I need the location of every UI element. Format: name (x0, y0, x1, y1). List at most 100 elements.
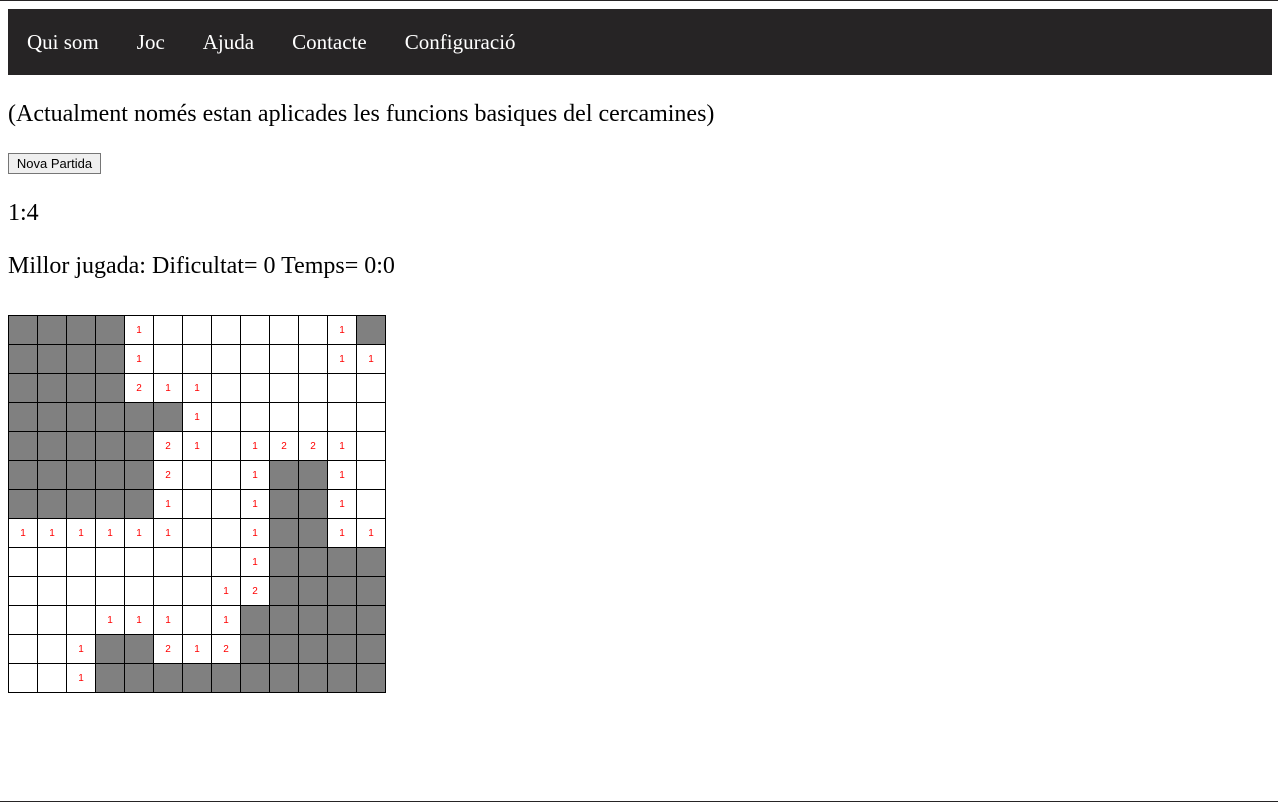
empty-cell[interactable] (153, 547, 183, 577)
number-cell[interactable]: 1 (182, 402, 212, 432)
number-cell[interactable]: 1 (182, 634, 212, 664)
number-cell[interactable]: 1 (8, 518, 38, 548)
hidden-cell[interactable] (298, 489, 328, 519)
empty-cell[interactable] (95, 576, 125, 606)
number-cell[interactable]: 1 (327, 431, 357, 461)
hidden-cell[interactable] (124, 489, 154, 519)
hidden-cell[interactable] (356, 663, 386, 693)
empty-cell[interactable] (182, 605, 212, 635)
hidden-cell[interactable] (269, 460, 299, 490)
empty-cell[interactable] (124, 547, 154, 577)
hidden-cell[interactable] (240, 634, 270, 664)
empty-cell[interactable] (211, 518, 241, 548)
hidden-cell[interactable] (240, 663, 270, 693)
number-cell[interactable]: 2 (240, 576, 270, 606)
number-cell[interactable]: 2 (153, 460, 183, 490)
hidden-cell[interactable] (66, 344, 96, 374)
empty-cell[interactable] (211, 489, 241, 519)
number-cell[interactable]: 1 (327, 460, 357, 490)
empty-cell[interactable] (298, 344, 328, 374)
hidden-cell[interactable] (269, 489, 299, 519)
empty-cell[interactable] (211, 460, 241, 490)
empty-cell[interactable] (182, 547, 212, 577)
nav-item-qui-som[interactable]: Qui som (27, 31, 99, 53)
empty-cell[interactable] (182, 489, 212, 519)
number-cell[interactable]: 1 (211, 605, 241, 635)
empty-cell[interactable] (269, 373, 299, 403)
number-cell[interactable]: 1 (327, 315, 357, 345)
number-cell[interactable]: 1 (37, 518, 67, 548)
hidden-cell[interactable] (298, 547, 328, 577)
hidden-cell[interactable] (95, 373, 125, 403)
hidden-cell[interactable] (327, 576, 357, 606)
number-cell[interactable]: 2 (298, 431, 328, 461)
number-cell[interactable]: 1 (240, 489, 270, 519)
hidden-cell[interactable] (153, 663, 183, 693)
empty-cell[interactable] (153, 576, 183, 606)
hidden-cell[interactable] (327, 605, 357, 635)
hidden-cell[interactable] (298, 576, 328, 606)
number-cell[interactable]: 2 (211, 634, 241, 664)
hidden-cell[interactable] (356, 547, 386, 577)
number-cell[interactable]: 1 (327, 489, 357, 519)
number-cell[interactable]: 1 (124, 344, 154, 374)
hidden-cell[interactable] (8, 315, 38, 345)
hidden-cell[interactable] (124, 634, 154, 664)
hidden-cell[interactable] (327, 634, 357, 664)
hidden-cell[interactable] (37, 344, 67, 374)
hidden-cell[interactable] (66, 460, 96, 490)
hidden-cell[interactable] (240, 605, 270, 635)
hidden-cell[interactable] (356, 605, 386, 635)
hidden-cell[interactable] (269, 663, 299, 693)
hidden-cell[interactable] (298, 663, 328, 693)
hidden-cell[interactable] (95, 460, 125, 490)
number-cell[interactable]: 2 (153, 431, 183, 461)
hidden-cell[interactable] (269, 518, 299, 548)
empty-cell[interactable] (8, 634, 38, 664)
number-cell[interactable]: 1 (182, 373, 212, 403)
empty-cell[interactable] (66, 576, 96, 606)
empty-cell[interactable] (356, 431, 386, 461)
hidden-cell[interactable] (95, 663, 125, 693)
number-cell[interactable]: 1 (124, 605, 154, 635)
hidden-cell[interactable] (124, 402, 154, 432)
hidden-cell[interactable] (269, 547, 299, 577)
empty-cell[interactable] (240, 402, 270, 432)
hidden-cell[interactable] (37, 489, 67, 519)
nav-item-joc[interactable]: Joc (137, 31, 165, 53)
number-cell[interactable]: 1 (356, 518, 386, 548)
number-cell[interactable]: 1 (124, 315, 154, 345)
hidden-cell[interactable] (327, 663, 357, 693)
empty-cell[interactable] (124, 576, 154, 606)
empty-cell[interactable] (37, 634, 67, 664)
hidden-cell[interactable] (95, 489, 125, 519)
empty-cell[interactable] (182, 576, 212, 606)
empty-cell[interactable] (211, 315, 241, 345)
hidden-cell[interactable] (356, 576, 386, 606)
number-cell[interactable]: 1 (240, 518, 270, 548)
empty-cell[interactable] (95, 547, 125, 577)
hidden-cell[interactable] (8, 489, 38, 519)
hidden-cell[interactable] (356, 315, 386, 345)
empty-cell[interactable] (66, 547, 96, 577)
hidden-cell[interactable] (37, 373, 67, 403)
number-cell[interactable]: 2 (153, 634, 183, 664)
empty-cell[interactable] (37, 547, 67, 577)
hidden-cell[interactable] (37, 315, 67, 345)
empty-cell[interactable] (269, 344, 299, 374)
number-cell[interactable]: 1 (211, 576, 241, 606)
empty-cell[interactable] (298, 402, 328, 432)
hidden-cell[interactable] (327, 547, 357, 577)
empty-cell[interactable] (269, 402, 299, 432)
number-cell[interactable]: 2 (269, 431, 299, 461)
empty-cell[interactable] (182, 344, 212, 374)
number-cell[interactable]: 1 (240, 431, 270, 461)
empty-cell[interactable] (298, 315, 328, 345)
hidden-cell[interactable] (37, 402, 67, 432)
hidden-cell[interactable] (211, 663, 241, 693)
hidden-cell[interactable] (66, 315, 96, 345)
number-cell[interactable]: 1 (66, 663, 96, 693)
hidden-cell[interactable] (269, 605, 299, 635)
empty-cell[interactable] (8, 663, 38, 693)
empty-cell[interactable] (153, 344, 183, 374)
